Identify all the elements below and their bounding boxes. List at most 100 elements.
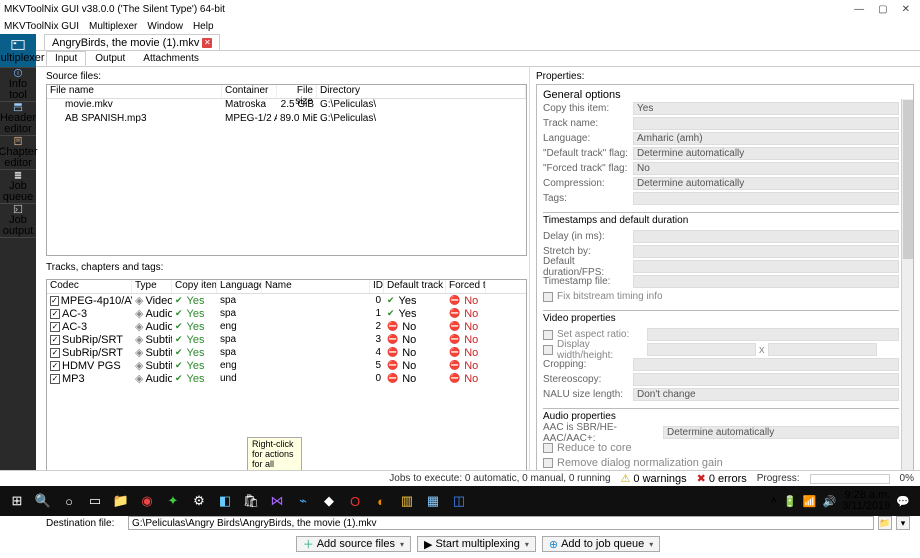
prop-field[interactable] (633, 192, 899, 205)
tool-info[interactable]: iInfo tool (0, 68, 36, 102)
prop-field[interactable] (633, 245, 899, 258)
menu-window[interactable]: Window (147, 21, 183, 32)
prop-field[interactable] (633, 275, 899, 288)
minimize-button[interactable]: — (854, 4, 864, 15)
taskview-icon[interactable]: ▭ (82, 488, 108, 514)
start-mux-button[interactable]: ▶Start multiplexing▾ (417, 536, 536, 552)
dest-recent-button[interactable]: ▾ (896, 516, 910, 530)
chrome-icon[interactable]: ◉ (134, 488, 160, 514)
track-checkbox[interactable]: ✓ (50, 348, 60, 358)
aspect-field[interactable] (647, 328, 899, 341)
tray-notifications-icon[interactable]: 💬 (896, 495, 910, 508)
col-default[interactable]: Default track in output (384, 280, 446, 293)
source-files-pane[interactable]: File name Container File size Directory … (46, 84, 527, 256)
app-icon-2[interactable]: ◧ (212, 488, 238, 514)
reduce-core-check[interactable] (543, 443, 553, 453)
subtab-input[interactable]: Input (46, 51, 86, 66)
settings-icon[interactable]: ⚙ (186, 488, 212, 514)
vscode-icon[interactable]: ⌁ (290, 488, 316, 514)
col-filesize[interactable]: File size (277, 85, 317, 98)
prop-field[interactable]: Amharic (amh) (633, 132, 899, 145)
col-type[interactable]: Type (132, 280, 172, 293)
app-icon-5[interactable]: ◫ (446, 488, 472, 514)
menu-multiplexer[interactable]: Multiplexer (89, 21, 137, 32)
mkv-icon[interactable]: ▦ (420, 488, 446, 514)
tool-chapter-editor[interactable]: Chapter editor (0, 136, 36, 170)
app-icon-1[interactable]: ✦ (160, 488, 186, 514)
tool-multiplexer[interactable]: Multiplexer (0, 34, 36, 68)
col-forced[interactable]: Forced tra (446, 280, 486, 293)
remove-dialog-check[interactable] (543, 458, 553, 468)
track-row[interactable]: ✓AC-3◈AudioYesspa1YesNo (47, 307, 526, 320)
disp-w-field[interactable] (647, 343, 756, 356)
track-row[interactable]: ✓MPEG-4p10/AVC/H.264◈VideoYesspa0YesNo (47, 294, 526, 307)
track-checkbox[interactable]: ✓ (50, 309, 60, 319)
tray-clock[interactable]: 9:28 a.m.3/11/2019 (842, 490, 890, 512)
source-file-row[interactable]: movie.mkvMatroska2.5 GiBG:\Peliculas\ (47, 99, 526, 113)
aac-field[interactable]: Determine automatically (663, 426, 899, 439)
menu-help[interactable]: Help (193, 21, 214, 32)
col-codec[interactable]: Codec (47, 280, 132, 293)
track-row[interactable]: ✓SubRip/SRT◈SubtitlesYesspa4NoNo (47, 346, 526, 359)
track-checkbox[interactable]: ✓ (50, 361, 60, 371)
nalu-field[interactable]: Don't change (633, 388, 899, 401)
prop-field[interactable]: Yes (633, 102, 899, 115)
dest-browse-button[interactable]: 📁 (878, 516, 892, 530)
tray-battery-icon[interactable]: 🔋 (783, 495, 797, 508)
track-row[interactable]: ✓MP3◈AudioYesund0NoNo (47, 372, 526, 385)
tracks-pane[interactable]: Codec Type Copy item Language Name ID De… (46, 279, 527, 498)
menu-mkvtoolnix[interactable]: MKVToolNix GUI (4, 21, 79, 32)
subtab-attachments[interactable]: Attachments (134, 51, 208, 66)
prop-field[interactable] (633, 117, 899, 130)
col-language[interactable]: Language (217, 280, 262, 293)
vs-icon[interactable]: ⋈ (264, 488, 290, 514)
explorer-icon[interactable]: 📁 (108, 488, 134, 514)
disp-h-field[interactable] (768, 343, 877, 356)
tray-wifi-icon[interactable]: 📶 (803, 495, 817, 508)
app-icon-4[interactable]: ◐ (368, 488, 394, 514)
prop-field[interactable]: Determine automatically (633, 147, 899, 160)
add-source-button[interactable]: ＋Add source files▾ (296, 536, 411, 552)
col-id[interactable]: ID (370, 280, 384, 293)
col-name[interactable]: Name (262, 280, 370, 293)
v-scrollbar[interactable] (901, 99, 913, 497)
track-checkbox[interactable]: ✓ (50, 374, 60, 384)
stereo-field[interactable] (633, 373, 899, 386)
prop-field[interactable] (633, 260, 899, 273)
col-container[interactable]: Container (222, 85, 277, 98)
fix-bitstream-check[interactable] (543, 292, 553, 302)
add-queue-button[interactable]: ⊕Add to job queue▾ (542, 536, 660, 552)
tool-job-queue[interactable]: Job queue (0, 170, 36, 204)
track-row[interactable]: ✓HDMV PGS◈SubtitlesYeseng5NoNo (47, 359, 526, 372)
track-row[interactable]: ✓SubRip/SRT◈SubtitlesYesspa3NoNo (47, 333, 526, 346)
aspect-ratio-radio[interactable] (543, 330, 553, 340)
disp-wh-radio[interactable] (543, 345, 553, 355)
taskbar[interactable]: ⊞ 🔍 ○ ▭ 📁 ◉ ✦ ⚙ ◧ 🛍 ⋈ ⌁ ◆ O ◐ ▥ ▦ ◫ ˄ 🔋 … (0, 486, 920, 516)
document-tab[interactable]: AngryBirds, the movie (1).mkv ✕ (44, 34, 220, 50)
tray-volume-icon[interactable]: 🔊 (822, 495, 836, 508)
track-checkbox[interactable]: ✓ (50, 335, 60, 345)
tab-close-icon[interactable]: ✕ (202, 38, 212, 48)
start-button[interactable]: ⊞ (4, 488, 30, 514)
notes-icon[interactable]: ▥ (394, 488, 420, 514)
close-button[interactable]: ✕ (902, 4, 910, 15)
tray-chevron-icon[interactable]: ˄ (771, 495, 777, 507)
track-row[interactable]: ✓AC-3◈AudioYeseng2NoNo (47, 320, 526, 333)
track-checkbox[interactable]: ✓ (50, 322, 60, 332)
cortana-icon[interactable]: ○ (56, 488, 82, 514)
opera-icon[interactable]: O (342, 488, 368, 514)
status-errors[interactable]: ✖0 errors (697, 472, 747, 485)
search-icon[interactable]: 🔍 (30, 488, 56, 514)
subtab-output[interactable]: Output (86, 51, 134, 66)
tool-header-editor[interactable]: Header editor (0, 102, 36, 136)
prop-field[interactable] (633, 230, 899, 243)
app-icon-3[interactable]: ◆ (316, 488, 342, 514)
prop-field[interactable]: No (633, 162, 899, 175)
store-icon[interactable]: 🛍 (238, 488, 264, 514)
dest-input[interactable] (128, 516, 874, 530)
prop-field[interactable]: Determine automatically (633, 177, 899, 190)
crop-field[interactable] (633, 358, 899, 371)
col-filename[interactable]: File name (47, 85, 222, 98)
maximize-button[interactable]: ▢ (878, 4, 887, 15)
col-copy[interactable]: Copy item (172, 280, 217, 293)
